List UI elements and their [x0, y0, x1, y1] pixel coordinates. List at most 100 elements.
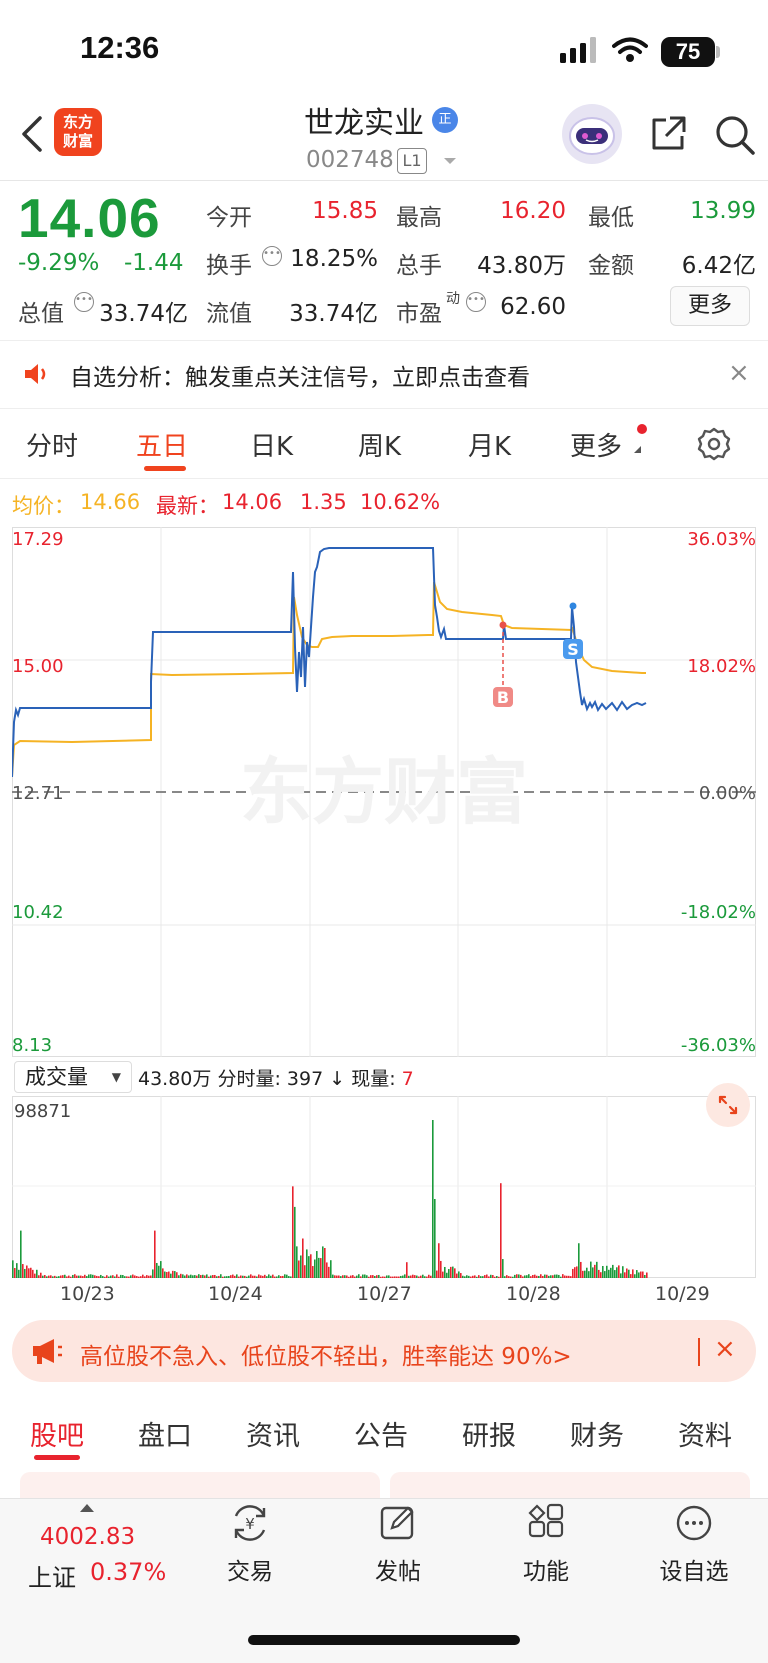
volume-bar	[172, 1270, 174, 1278]
nav-post[interactable]: 发帖	[338, 1502, 458, 1586]
volume-bar	[148, 1275, 150, 1278]
volume-bar	[156, 1263, 158, 1278]
share-icon[interactable]	[648, 114, 688, 158]
home-indicator[interactable]	[248, 1635, 520, 1645]
volume-bar	[346, 1275, 348, 1278]
date-label: 10/29	[655, 1283, 710, 1305]
up-triangle-icon	[80, 1504, 94, 1512]
volume-bar	[564, 1275, 566, 1278]
search-icon[interactable]	[714, 114, 756, 160]
volume-bar	[80, 1275, 82, 1278]
tab-announcements[interactable]: 公告	[354, 1414, 408, 1453]
volume-bar	[52, 1276, 54, 1278]
turnover-label: 换手	[206, 253, 252, 279]
volume-bar	[462, 1275, 464, 1278]
volume-bar	[396, 1276, 398, 1278]
volume-bar	[154, 1230, 156, 1278]
volume-bar	[538, 1275, 540, 1278]
volume-bar	[458, 1271, 460, 1278]
chevron-down-icon[interactable]	[442, 152, 458, 171]
market-cap-value: 33.74亿	[99, 301, 188, 327]
last-price: 14.06	[18, 187, 161, 249]
index-pct[interactable]: 0.37%	[90, 1558, 166, 1586]
more-button[interactable]: 更多	[670, 286, 750, 326]
volume-bar	[620, 1273, 622, 1278]
close-icon[interactable]: ×	[728, 358, 750, 388]
volume-bar	[118, 1276, 120, 1278]
volume-bar	[300, 1255, 302, 1278]
nav-add-watchlist[interactable]: 设自选	[634, 1502, 754, 1586]
volume-bar	[408, 1275, 410, 1278]
volume-bar	[100, 1274, 102, 1278]
tab-finance[interactable]: 财务	[570, 1414, 624, 1453]
assistant-robot-icon[interactable]	[562, 104, 622, 164]
nav-functions[interactable]: 功能	[486, 1502, 606, 1586]
volume-bar	[186, 1274, 188, 1278]
tab-daily-k[interactable]: 日K	[250, 426, 293, 463]
date-label: 10/24	[208, 1283, 263, 1305]
volume-bar	[348, 1276, 350, 1278]
logo-text-2: 财富	[62, 132, 93, 150]
volume-bar	[28, 1268, 30, 1278]
index-value[interactable]: 4002.83	[40, 1524, 135, 1550]
banner-text[interactable]: 自选分析：触发重点关注信号，立即点击查看	[70, 358, 530, 392]
volume-bar	[306, 1249, 308, 1278]
volume-indicator-select[interactable]: 成交量 ▼	[14, 1061, 132, 1093]
tab-weekly-k[interactable]: 周K	[358, 426, 401, 463]
volume-bar	[90, 1274, 92, 1278]
volume-chart[interactable]: 98871	[12, 1096, 756, 1278]
volume-bar	[522, 1276, 524, 1278]
volume-bar	[374, 1275, 376, 1278]
volume-bar	[598, 1269, 600, 1278]
tab-news[interactable]: 资讯	[246, 1414, 300, 1453]
volume-bar	[626, 1268, 628, 1278]
y-tick-left: 10.42	[12, 902, 64, 923]
volume-bar	[74, 1274, 76, 1278]
info-dots-icon[interactable]: •••	[262, 246, 282, 266]
tab-order-book[interactable]: 盘口	[138, 1414, 192, 1453]
gear-icon[interactable]	[697, 427, 731, 465]
volume-bar	[614, 1270, 616, 1278]
index-name[interactable]: 上证	[28, 1558, 76, 1593]
volume-bar	[18, 1269, 20, 1278]
tab-profile[interactable]: 资料	[678, 1414, 732, 1453]
volume-bar	[36, 1269, 38, 1278]
tab-monthly-k[interactable]: 月K	[468, 426, 511, 463]
volume-bar	[520, 1274, 522, 1278]
volume-bar	[224, 1276, 226, 1278]
tab-five-day[interactable]: 五日	[136, 426, 188, 463]
volume-bar	[526, 1275, 528, 1278]
volume-bar	[234, 1275, 236, 1278]
expand-icon[interactable]	[706, 1083, 750, 1127]
tab-research[interactable]: 研报	[462, 1414, 516, 1453]
volume-bar	[370, 1275, 372, 1278]
volume-bar	[178, 1275, 180, 1278]
volume-info: 43.80万 分时量: 397 ↓ 现量: 7	[138, 1064, 414, 1091]
volume-bar	[244, 1275, 246, 1278]
volume-bar	[26, 1265, 28, 1278]
volume-bar	[194, 1275, 196, 1278]
promo-text[interactable]: 高位股不急入、低位股不轻出，胜率能达 90%>	[80, 1337, 572, 1371]
volume-bar	[278, 1275, 280, 1278]
volume-bar	[460, 1273, 462, 1278]
five-day-price-chart[interactable]: 东方财富 17.29 15.00 12.71 10.42 8.13 36.03%…	[12, 527, 756, 1057]
volume-bar	[502, 1259, 504, 1278]
back-button[interactable]	[18, 114, 58, 162]
close-icon[interactable]: ×	[714, 1334, 736, 1364]
info-dots-icon[interactable]: •••	[74, 292, 94, 312]
volume-bar	[536, 1275, 538, 1278]
tab-intraday[interactable]: 分时	[26, 426, 78, 463]
info-dots-icon[interactable]: •••	[466, 292, 486, 312]
nav-trade[interactable]: ¥ 交易	[190, 1502, 310, 1586]
volume-bar	[574, 1267, 576, 1278]
volume-bar	[560, 1276, 562, 1278]
volume-bar	[70, 1276, 72, 1278]
tab-guba[interactable]: 股吧	[30, 1414, 84, 1453]
volume-bar	[400, 1275, 402, 1278]
volume-bar	[578, 1243, 580, 1278]
promo-divider	[698, 1338, 700, 1366]
now-volume-label: 现量:	[351, 1068, 396, 1090]
tab-more[interactable]: 更多	[570, 426, 622, 463]
volume-bar	[310, 1254, 312, 1278]
volume-bar	[170, 1273, 172, 1278]
